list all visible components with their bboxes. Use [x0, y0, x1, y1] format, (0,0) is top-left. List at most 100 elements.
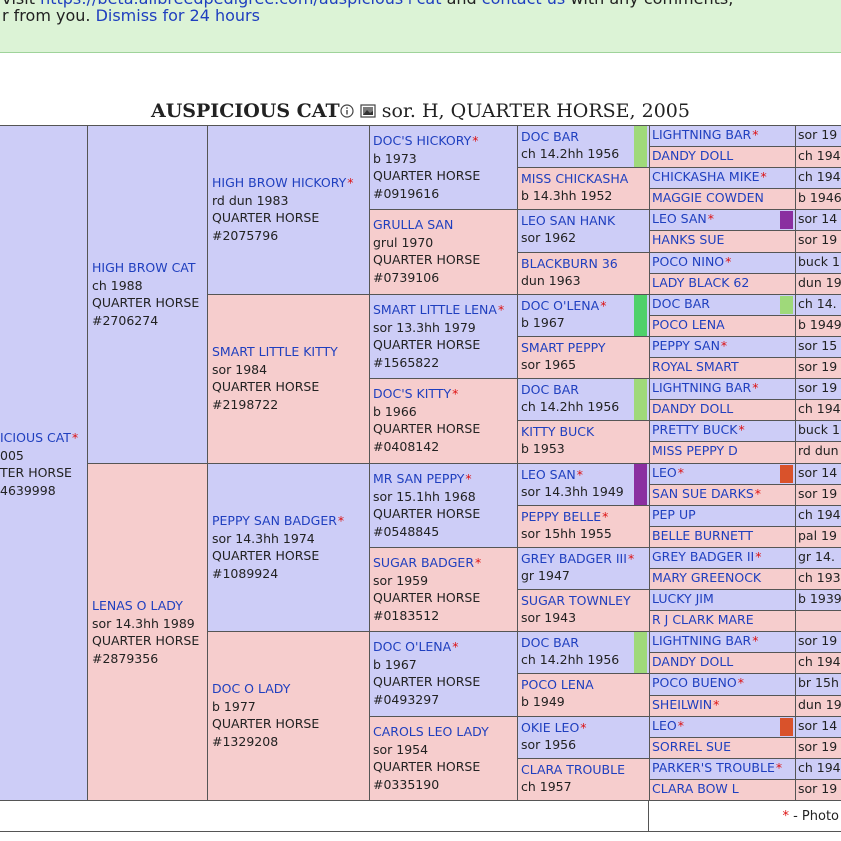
color-marker — [634, 464, 647, 505]
horse-link[interactable]: HIGH BROW HICKORY* — [212, 174, 366, 192]
horse-link[interactable]: CLARA BOW L — [652, 780, 793, 797]
horse-link[interactable]: SMART LITTLE LENA* — [373, 301, 515, 319]
notice-banner: visit https://beta.allbreedpedigree.com/… — [0, 0, 841, 53]
horse-link[interactable]: MARY GREENOCK — [652, 569, 793, 586]
horse-link[interactable]: HANKS SUE — [652, 231, 793, 248]
horse-link[interactable]: MAGGIE COWDEN — [652, 189, 793, 206]
horse-link[interactable]: DOC O'LENA* — [521, 297, 647, 314]
horse-name: GRULLA SAN — [373, 217, 454, 232]
horse-detail: b 1949 — [521, 694, 565, 709]
horse-detail: QUARTER HORSE — [373, 252, 481, 267]
horse-detail: sor 15.1hh 1968 — [373, 488, 476, 504]
horse-link[interactable]: LEO SAN HANK — [521, 212, 647, 229]
horse-link[interactable]: DOC'S HICKORY* — [373, 132, 515, 150]
color-marker — [634, 379, 647, 420]
gen5-cell: SAN SUE DARKS* — [649, 484, 796, 506]
horse-detail: dun 19 — [798, 275, 841, 290]
horse-link[interactable]: GREY BADGER II* — [652, 548, 793, 565]
horse-link[interactable]: PEPPY SAN BADGER* — [212, 512, 366, 530]
photo-star: * — [720, 338, 728, 353]
horse-detail: QUARTER HORSE — [212, 379, 320, 394]
horse-link[interactable]: OKIE LEO* — [521, 719, 647, 736]
horse-detail: #2075796 — [212, 227, 279, 243]
gen4-cell: KITTY BUCK b 1953 — [517, 420, 650, 464]
horse-detail: dun 19 — [798, 697, 841, 712]
horse-link[interactable]: PEP UP — [652, 506, 793, 523]
horse-detail: rd dun — [798, 443, 839, 458]
horse-link[interactable]: POCO NINO* — [652, 253, 793, 270]
horse-link[interactable]: LIGHTNING BAR* — [652, 379, 793, 396]
horse-link[interactable]: SUGAR BADGER* — [373, 554, 515, 572]
horse-link[interactable]: DOC BAR — [521, 128, 647, 145]
horse-link[interactable]: ROYAL SMART — [652, 358, 793, 375]
horse-link[interactable]: LADY BLACK 62 — [652, 274, 793, 291]
horse-link[interactable]: GREY BADGER III* — [521, 550, 647, 567]
horse-link[interactable]: POCO LENA — [652, 316, 793, 333]
horse-link[interactable]: PRETTY BUCK* — [652, 421, 793, 438]
horse-name: SMART PEPPY — [521, 340, 606, 355]
horse-link[interactable]: SAN SUE DARKS* — [652, 485, 793, 502]
horse-link[interactable]: DANDY DOLL — [652, 400, 793, 417]
horse-link[interactable]: MISS PEPPY D — [652, 442, 793, 459]
horse-link[interactable]: DANDY DOLL — [652, 147, 793, 164]
horse-name: SMART LITTLE KITTY — [212, 344, 338, 359]
horse-detail: buck 1 — [798, 254, 840, 269]
horse-link[interactable]: LENAS O LADY — [92, 597, 204, 615]
horse-link[interactable]: SORREL SUE — [652, 738, 793, 755]
horse-link[interactable]: DOC O'LENA* — [373, 638, 515, 656]
horse-link[interactable]: LEO SAN* — [652, 210, 793, 227]
horse-link[interactable]: DOC BAR — [521, 381, 647, 398]
horse-link[interactable]: POCO BUENO* — [652, 674, 793, 691]
horse-link[interactable]: GRULLA SAN — [373, 216, 515, 234]
horse-link[interactable]: MISS CHICKASHA — [521, 170, 647, 187]
horse-link[interactable]: LEO SAN* — [521, 466, 647, 483]
horse-link[interactable]: LIGHTNING BAR* — [652, 126, 793, 143]
horse-link[interactable]: R J CLARK MARE — [652, 611, 793, 628]
horse-link[interactable]: DANDY DOLL — [652, 653, 793, 670]
horse-link[interactable]: PEPPY BELLE* — [521, 508, 647, 525]
contact-us-link[interactable]: contact us — [482, 0, 565, 8]
horse-link[interactable]: LEO* — [652, 717, 793, 734]
gen6-cell: rd dun — [795, 441, 841, 464]
horse-link[interactable]: DOC O LADY — [212, 680, 366, 698]
horse-link[interactable]: BELLE BURNETT — [652, 527, 793, 544]
horse-link[interactable]: CLARA TROUBLE — [521, 761, 647, 778]
photo-star: * — [677, 718, 684, 733]
gen4-cell: OKIE LEO* sor 1956 — [517, 716, 650, 759]
horse-name: CLARA TROUBLE — [521, 762, 625, 777]
dismiss-link[interactable]: Dismiss for 24 hours — [96, 6, 260, 25]
horse-link[interactable]: SUGAR TOWNLEY — [521, 592, 647, 609]
horse-link[interactable]: KITTY BUCK — [521, 423, 647, 440]
horse-link[interactable]: MR SAN PEPPY* — [373, 470, 515, 488]
horse-link[interactable]: PEPPY SAN* — [652, 337, 793, 354]
horse-link[interactable]: ICIOUS CAT* — [0, 429, 84, 447]
horse-detail: #2198722 — [212, 396, 279, 412]
horse-link[interactable]: SHEILWIN* — [652, 696, 793, 713]
photo-star: * — [754, 486, 762, 501]
horse-link[interactable]: DOC BAR — [521, 634, 647, 651]
gen6-cell: br 15h — [795, 673, 841, 696]
horse-link[interactable]: BLACKBURN 36 — [521, 255, 647, 272]
horse-link[interactable]: HIGH BROW CAT — [92, 259, 204, 277]
horse-link[interactable]: SMART LITTLE KITTY — [212, 343, 366, 361]
horse-link[interactable]: SMART PEPPY — [521, 339, 647, 356]
horse-link[interactable]: CAROLS LEO LADY — [373, 723, 515, 741]
horse-detail: QUARTER HORSE — [212, 716, 320, 731]
horse-detail: b 1939 — [798, 591, 841, 606]
horse-link[interactable]: LEO* — [652, 464, 793, 481]
horse-name: DANDY DOLL — [652, 148, 734, 163]
horse-link[interactable]: LUCKY JIM — [652, 590, 793, 607]
horse-link[interactable]: DOC BAR — [652, 295, 793, 312]
horse-link[interactable]: POCO LENA — [521, 676, 647, 693]
horse-detail: QUARTER HORSE — [212, 548, 320, 563]
horse-link[interactable]: CHICKASHA MIKE* — [652, 168, 793, 185]
horse-name: MISS CHICKASHA — [521, 171, 629, 186]
horse-name: MISS PEPPY D — [652, 443, 738, 458]
horse-link[interactable]: PARKER'S TROUBLE* — [652, 759, 793, 776]
photo-icon[interactable] — [360, 100, 376, 124]
info-circle-icon[interactable] — [340, 100, 354, 124]
horse-detail: #0548845 — [373, 523, 440, 539]
horse-link[interactable]: DOC'S KITTY* — [373, 385, 515, 403]
horse-link[interactable]: LIGHTNING BAR* — [652, 632, 793, 649]
horse-detail: #1089924 — [212, 565, 279, 581]
